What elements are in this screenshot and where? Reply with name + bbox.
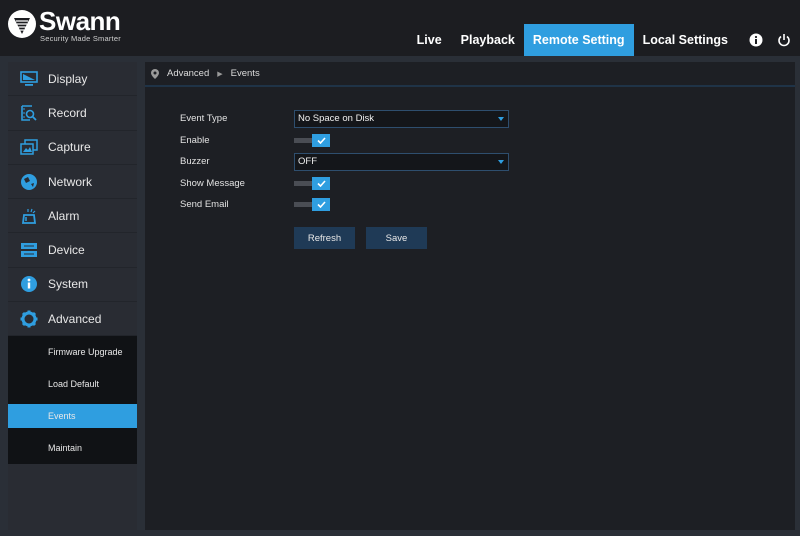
toggle-track <box>294 137 312 143</box>
sidebar-item-label: Network <box>48 174 93 189</box>
event-type-select[interactable]: No Space on Disk <box>294 109 509 128</box>
send-email-toggle[interactable] <box>294 198 330 212</box>
submenu-item-events[interactable]: Events <box>8 404 137 429</box>
show-message-toggle[interactable] <box>294 176 330 190</box>
enable-row: Enable <box>180 130 509 152</box>
enable-toggle[interactable] <box>294 133 330 147</box>
sidebar-item-label: System <box>48 277 89 292</box>
event-type-row: Event Type No Space on Disk <box>180 108 509 130</box>
save-button[interactable]: Save <box>366 227 427 249</box>
buzzer-select[interactable]: OFF <box>294 152 509 171</box>
checkmark-icon <box>312 198 330 212</box>
swann-logo: Swann Security Made Smarter <box>8 8 121 43</box>
checkmark-icon <box>312 176 330 190</box>
nav-remote-setting[interactable]: Remote Setting <box>523 24 634 56</box>
show-message-row: Show Message <box>180 173 509 195</box>
breadcrumb-item-advanced[interactable]: Advanced <box>167 68 209 79</box>
chevron-right-icon: ▶ <box>217 70 223 78</box>
info-icon[interactable] <box>742 24 770 56</box>
nav-playback[interactable]: Playback <box>452 24 524 56</box>
breadcrumb: Advanced ▶ Events <box>145 62 795 87</box>
sidebar-item-label: Device <box>48 243 85 258</box>
capture-icon <box>19 137 39 157</box>
main-panel: Advanced ▶ Events Event Type No Space on… <box>145 62 795 530</box>
sidebar-item-label: Display <box>48 71 88 86</box>
gear-icon <box>19 309 39 329</box>
sidebar: Display Record Capture Network Alarm Dev… <box>8 62 137 530</box>
sidebar-item-label: Advanced <box>48 311 102 326</box>
enable-label: Enable <box>180 134 210 146</box>
power-icon[interactable] <box>770 24 798 56</box>
device-storage-icon <box>19 240 39 260</box>
alarm-siren-icon <box>19 206 39 226</box>
sidebar-item-device[interactable]: Device <box>8 233 137 268</box>
sidebar-item-label: Record <box>48 105 87 120</box>
monitor-icon <box>19 69 39 89</box>
location-pin-icon <box>151 68 159 79</box>
sidebar-item-network[interactable]: Network <box>8 165 137 200</box>
event-type-value: No Space on Disk <box>298 113 375 125</box>
toggle-track <box>294 202 312 208</box>
event-type-label: Event Type <box>180 113 228 125</box>
sidebar-item-system[interactable]: System <box>8 268 137 303</box>
record-search-icon <box>19 103 39 123</box>
buzzer-label: Buzzer <box>180 156 210 168</box>
swann-logo-mark-icon <box>8 10 36 38</box>
sidebar-item-record[interactable]: Record <box>8 96 137 131</box>
info-circle-icon <box>19 274 39 294</box>
sidebar-item-advanced[interactable]: Advanced <box>8 302 137 337</box>
brand-name: Swann <box>39 6 121 36</box>
sidebar-item-capture[interactable]: Capture <box>8 131 137 165</box>
breadcrumb-item-events: Events <box>230 68 260 79</box>
buzzer-row: Buzzer OFF <box>180 151 509 173</box>
nav-live[interactable]: Live <box>407 24 452 56</box>
submenu-item-maintain[interactable]: Maintain <box>8 432 137 464</box>
send-email-label: Send Email <box>180 199 229 211</box>
advanced-submenu: Firmware Upgrade Load Default Events Mai… <box>8 336 137 465</box>
submenu-item-firmware-upgrade[interactable]: Firmware Upgrade <box>8 336 137 368</box>
sidebar-item-label: Alarm <box>48 208 80 223</box>
chevron-down-icon <box>498 159 504 164</box>
refresh-button[interactable]: Refresh <box>294 227 355 249</box>
send-email-row: Send Email <box>180 194 509 216</box>
form-actions: Refresh Save <box>294 227 427 249</box>
top-header: Swann Security Made Smarter Live Playbac… <box>0 0 800 56</box>
sidebar-item-alarm[interactable]: Alarm <box>8 199 137 234</box>
chevron-down-icon <box>498 116 504 121</box>
submenu-item-load-default[interactable]: Load Default <box>8 368 137 400</box>
top-nav: Live Playback Remote Setting Local Setti… <box>407 24 800 56</box>
brand-tagline: Security Made Smarter <box>40 34 121 43</box>
show-message-label: Show Message <box>180 177 245 189</box>
toggle-track <box>294 180 312 186</box>
sidebar-item-display[interactable]: Display <box>8 62 137 97</box>
checkmark-icon <box>312 133 330 147</box>
events-form: Event Type No Space on Disk Enable Buzze… <box>180 108 509 216</box>
buzzer-value: OFF <box>298 156 317 168</box>
network-globe-icon <box>19 172 39 192</box>
nav-local-settings[interactable]: Local Settings <box>634 24 742 56</box>
sidebar-item-label: Capture <box>48 140 91 155</box>
